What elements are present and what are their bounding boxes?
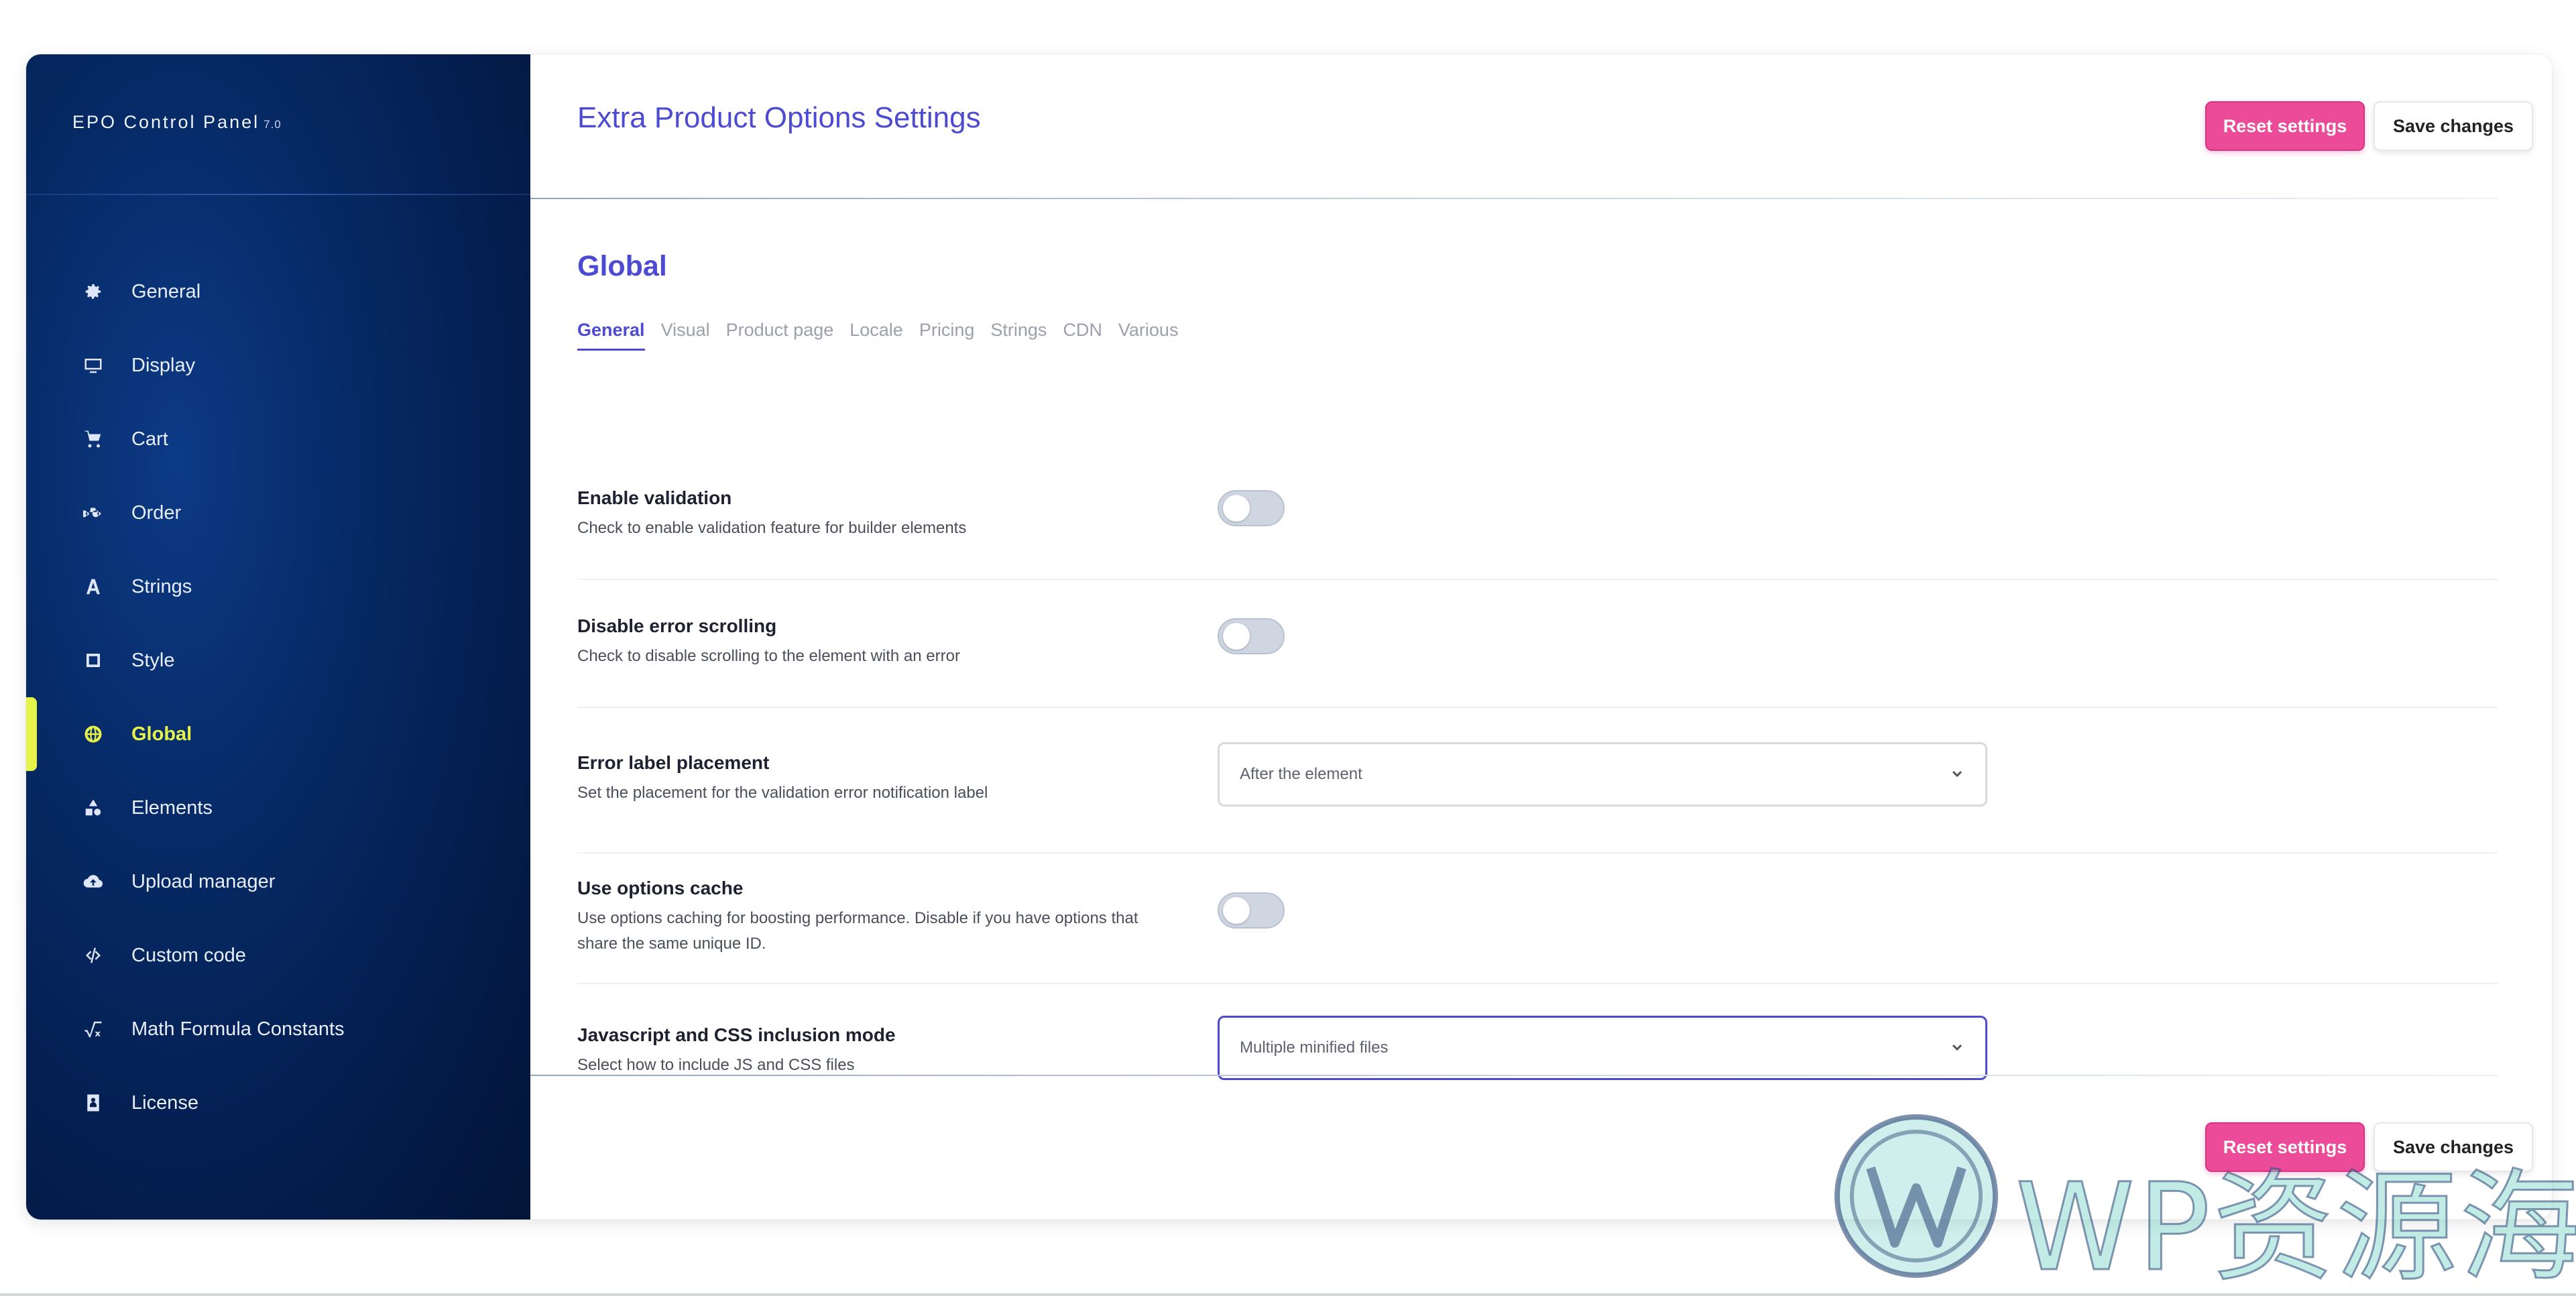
header-separator: [530, 198, 2498, 199]
square-root-icon: [83, 1019, 103, 1039]
chevron-down-icon: [1952, 770, 1963, 778]
sidebar-item-label: Upload manager: [131, 870, 276, 892]
reset-settings-button[interactable]: Reset settings: [2205, 101, 2365, 151]
tab-visual[interactable]: Visual: [661, 320, 710, 351]
page-bottom-border: [0, 1293, 2576, 1296]
disable-error-scrolling-toggle[interactable]: [1218, 618, 1285, 654]
sidebar-item-license[interactable]: License: [26, 1066, 530, 1140]
setting-use-options-cache: Use options cache Use options caching fo…: [577, 852, 2498, 984]
sidebar-item-math-formula-constants[interactable]: Math Formula Constants: [26, 992, 530, 1066]
error-label-placement-select[interactable]: After the element: [1218, 742, 1987, 807]
setting-js-css-inclusion-mode: Javascript and CSS inclusion mode Select…: [577, 983, 2498, 1080]
sidebar-item-label: Elements: [131, 796, 213, 819]
tab-general[interactable]: General: [577, 320, 645, 351]
sidebar-item-label: Display: [131, 354, 196, 376]
sidebar-item-style[interactable]: Style: [26, 624, 530, 697]
watermark: WP资源海: [1829, 1109, 2576, 1299]
setting-label: Use options cache: [577, 878, 744, 898]
sidebar-item-label: Math Formula Constants: [131, 1018, 345, 1040]
sidebar-item-label: License: [131, 1091, 198, 1114]
section-title: Global: [577, 250, 667, 282]
setting-description: Use options caching for boosting perform…: [577, 909, 1138, 953]
gear-icon: [83, 282, 103, 302]
monitor-icon: [83, 355, 103, 375]
id-badge-icon: [83, 1093, 103, 1113]
tab-various[interactable]: Various: [1118, 320, 1179, 351]
sidebar-nav: General Display Cart Order Strings Style…: [26, 255, 530, 1140]
sidebar-item-elements[interactable]: Elements: [26, 771, 530, 845]
sidebar-item-label: Order: [131, 501, 182, 524]
setting-label: Error label placement: [577, 752, 770, 773]
use-options-cache-toggle[interactable]: [1218, 892, 1285, 929]
tab-cdn[interactable]: CDN: [1063, 320, 1102, 351]
setting-error-label-placement: Error label placement Set the placement …: [577, 708, 2498, 853]
tab-product-page[interactable]: Product page: [726, 320, 834, 351]
chevron-down-icon: [1952, 1044, 1963, 1051]
sidebar-item-strings[interactable]: Strings: [26, 550, 530, 624]
sidebar-divider: [26, 194, 530, 195]
main-panel: Extra Product Options Settings Reset set…: [530, 54, 2552, 1220]
sidebar-item-order[interactable]: Order: [26, 476, 530, 550]
setting-label: Disable error scrolling: [577, 615, 777, 636]
settings-tabs: General Visual Product page Locale Prici…: [577, 320, 1178, 351]
sidebar-item-cart[interactable]: Cart: [26, 402, 530, 476]
sidebar-item-label: Strings: [131, 575, 192, 597]
setting-description: Check to enable validation feature for b…: [577, 519, 967, 537]
sidebar-item-display[interactable]: Display: [26, 329, 530, 402]
tab-locale[interactable]: Locale: [850, 320, 903, 351]
tab-pricing[interactable]: Pricing: [919, 320, 975, 351]
setting-description: Set the placement for the validation err…: [577, 784, 988, 802]
globe-icon: [83, 724, 103, 744]
sidebar-item-label: Custom code: [131, 944, 246, 966]
brand-name: EPO Control Panel: [72, 112, 260, 132]
square-icon: [83, 650, 103, 670]
setting-disable-error-scrolling: Disable error scrolling Check to disable…: [577, 579, 2498, 708]
app-window: EPO Control Panel 7.0 General Display Ca…: [26, 54, 2552, 1220]
sidebar-item-global[interactable]: Global: [26, 697, 530, 771]
setting-enable-validation: Enable validation Check to enable valida…: [577, 430, 2498, 580]
sidebar: EPO Control Panel 7.0 General Display Ca…: [26, 54, 530, 1220]
select-value: After the element: [1240, 765, 1362, 783]
sidebar-item-label: Style: [131, 649, 175, 671]
sidebar-item-custom-code[interactable]: Custom code: [26, 918, 530, 992]
setting-description: Check to disable scrolling to the elemen…: [577, 647, 960, 665]
truck-icon: [83, 503, 103, 523]
sidebar-item-label: Global: [131, 723, 192, 745]
toggle-knob: [1223, 495, 1250, 522]
watermark-text: WP资源海: [2015, 1157, 2576, 1299]
shapes-icon: [83, 798, 103, 818]
setting-label: Enable validation: [577, 487, 732, 508]
toggle-knob: [1223, 623, 1250, 650]
cloud-upload-icon: [83, 872, 103, 892]
js-css-inclusion-mode-select[interactable]: Multiple minified files: [1218, 1016, 1987, 1080]
save-changes-button[interactable]: Save changes: [2374, 101, 2533, 151]
setting-label: Javascript and CSS inclusion mode: [577, 1024, 896, 1045]
select-value: Multiple minified files: [1240, 1039, 1389, 1057]
letter-a-icon: [83, 577, 103, 597]
page-title: Extra Product Options Settings: [577, 101, 981, 134]
enable-validation-toggle[interactable]: [1218, 490, 1285, 526]
brand-version: 7.0: [264, 118, 282, 131]
tab-strings[interactable]: Strings: [990, 320, 1047, 351]
sidebar-item-label: General: [131, 280, 201, 302]
code-icon: [83, 945, 103, 965]
footer-separator: [530, 1075, 2498, 1076]
cart-icon: [83, 429, 103, 449]
toggle-knob: [1223, 897, 1250, 924]
wordpress-logo-icon: [1834, 1114, 1998, 1278]
sidebar-item-label: Cart: [131, 428, 168, 450]
brand-title: EPO Control Panel 7.0: [72, 112, 282, 133]
sidebar-item-upload-manager[interactable]: Upload manager: [26, 845, 530, 918]
sidebar-item-general[interactable]: General: [26, 255, 530, 329]
